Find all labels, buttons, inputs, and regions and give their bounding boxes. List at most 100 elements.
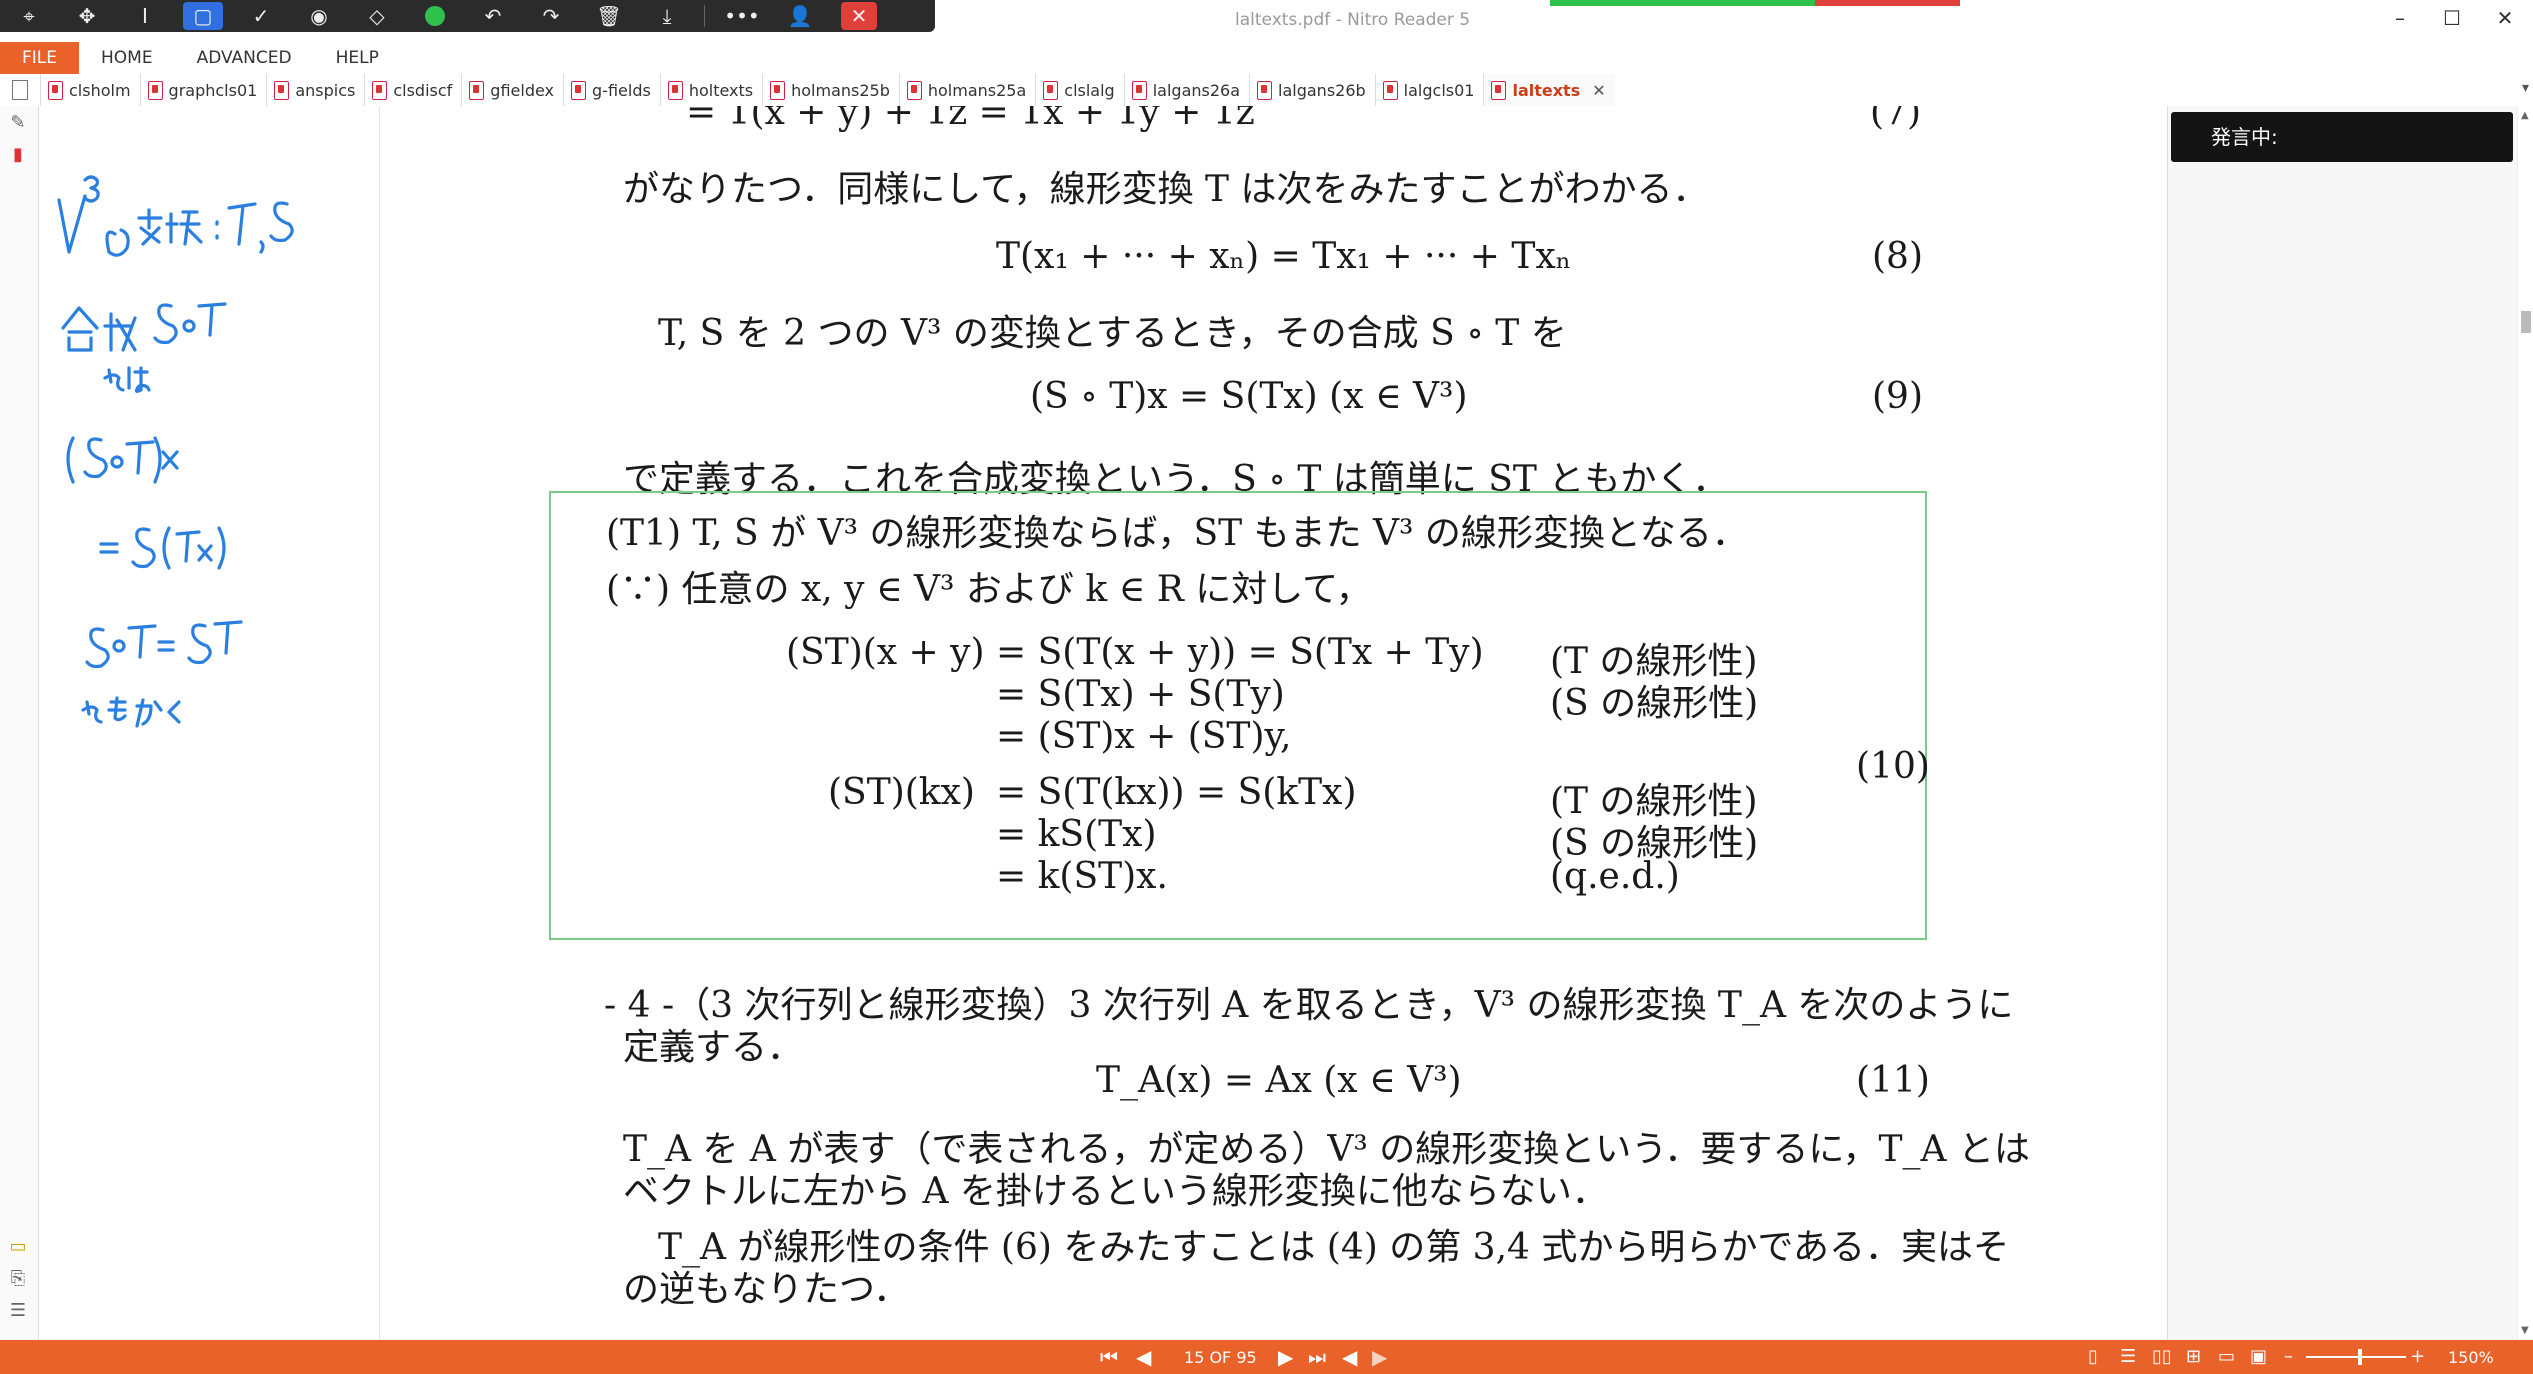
green-dot-icon[interactable]: [406, 0, 464, 32]
vertical-scrollbar[interactable]: ▲ ▼: [2517, 106, 2533, 1340]
move-icon[interactable]: ✥: [58, 0, 116, 32]
select-icon[interactable]: ⌖: [0, 0, 58, 32]
next-page-icon[interactable]: ▶: [1278, 1345, 1293, 1369]
redo-icon[interactable]: ↷: [522, 0, 580, 32]
proof-rhs: = S(Tx) + S(Ty): [996, 674, 1285, 715]
tab-close-icon[interactable]: ✕: [1592, 81, 1605, 100]
zoom-slider-handle[interactable]: [2358, 1349, 2362, 1365]
tab-overflow-icon[interactable]: ▾: [2522, 80, 2529, 96]
right-side-panel: [2167, 106, 2518, 1340]
menu-file[interactable]: FILE: [0, 42, 80, 74]
pdf-icon: [1257, 80, 1273, 100]
tab-label: laltexts: [1512, 80, 1581, 100]
proof-rhs: = k(ST)x.: [996, 856, 1168, 897]
page-icon[interactable]: [0, 80, 40, 100]
pdf-page-view[interactable]: = 1(x + y) + 1z = 1x + 1y + 1z (7) がなりたつ…: [380, 106, 2167, 1340]
cut-off-equation-number: (7): [1870, 106, 1921, 133]
tab-label: gfieldex: [490, 80, 555, 100]
download-icon[interactable]: ⤓: [638, 0, 696, 32]
fit-width-icon[interactable]: ▭: [2218, 1346, 2235, 1367]
attachment-icon[interactable]: ⎘: [7, 1268, 29, 1292]
scrollbar-thumb[interactable]: [2521, 311, 2531, 333]
back-view-icon[interactable]: ◀: [1342, 1345, 1357, 1369]
previous-page-icon[interactable]: ◀: [1136, 1345, 1151, 1369]
menu-help[interactable]: HELP: [314, 48, 401, 68]
trash-icon[interactable]: 🗑: [580, 0, 638, 32]
pdf-icon: [1043, 80, 1059, 100]
facing-view-icon[interactable]: ▯▯: [2152, 1346, 2172, 1367]
check-icon[interactable]: ✓: [232, 0, 290, 32]
paragraph: がなりたつ．同様にして，線形変換 T は次をみたすことがわかる．: [623, 169, 1709, 210]
window-title: laltexts.pdf - Nitro Reader 5: [1235, 10, 1471, 30]
speaking-indicator: 発言中:: [2171, 112, 2513, 162]
minimize-icon[interactable]: –: [2380, 6, 2420, 30]
floating-annotation-toolbar: ⌖ ✥ I ▢ ✓ ◉ ◇ ↶ ↷ 🗑 ⤓ ••• 👤 ✕: [0, 0, 935, 32]
pdf-icon: [1131, 80, 1147, 100]
tab-lalgcls01[interactable]: lalgcls01: [1374, 74, 1484, 106]
zoom-slider[interactable]: [2306, 1349, 2406, 1365]
proof-rhs: = S(T(kx)) = S(kTx): [996, 772, 1357, 813]
text-cursor-icon[interactable]: I: [116, 0, 174, 32]
tab-lalgans26b[interactable]: lalgans26b: [1249, 74, 1375, 106]
tab-label: clsdiscf: [393, 80, 453, 100]
theorem-t1: (T1) T, S が V³ の線形変換ならば，ST もまた V³ の線形変換と…: [606, 513, 1748, 554]
zoom-level[interactable]: 150%: [2448, 1348, 2494, 1367]
undo-icon[interactable]: ↶: [464, 0, 522, 32]
bookmark-icon[interactable]: ▮: [7, 144, 29, 168]
menu-bar: FILE HOME ADVANCED HELP: [0, 42, 2533, 74]
tab-lalgans26a[interactable]: lalgans26a: [1123, 74, 1249, 106]
paragraph: T, S を 2 つの V³ の変換とするとき，その合成 S ∘ T を: [658, 313, 1567, 354]
tab-clsholm[interactable]: clsholm: [40, 74, 140, 106]
tab-label: lalgcls01: [1403, 80, 1475, 100]
tab-label: holtexts: [688, 80, 754, 100]
pdf-icon: [274, 80, 290, 100]
tab-clsdiscf[interactable]: clsdiscf: [364, 74, 461, 106]
eraser-icon[interactable]: ◇: [348, 0, 406, 32]
zoom-out-icon[interactable]: –: [2284, 1346, 2293, 1367]
handwritten-notes-panel[interactable]: [39, 106, 380, 1340]
equation-9: (S ∘ T)x = S(Tx) (x ∈ V³): [1030, 376, 1468, 417]
more-icon[interactable]: •••: [713, 0, 771, 32]
tab-gfieldex[interactable]: gfieldex: [461, 74, 563, 106]
tab-laltexts[interactable]: laltexts ✕: [1483, 74, 1615, 106]
equation-11: T_A(x) = Ax (x ∈ V³): [1096, 1060, 1462, 1101]
proof-lhs: (ST)(kx): [828, 772, 975, 813]
signature-icon[interactable]: ✎: [7, 112, 29, 136]
tab-holtexts[interactable]: holtexts: [659, 74, 762, 106]
comment-icon[interactable]: ▭: [7, 1236, 29, 1260]
close-icon[interactable]: ✕: [841, 2, 877, 30]
zoom-in-icon[interactable]: +: [2410, 1346, 2425, 1367]
pdf-icon: [372, 80, 388, 100]
facing-continuous-icon[interactable]: ⊞: [2186, 1346, 2201, 1367]
page-indicator[interactable]: 15 OF 95: [1184, 1348, 1257, 1367]
maximize-icon[interactable]: ☐: [2432, 6, 2472, 30]
fit-page-icon[interactable]: ▣: [2250, 1346, 2267, 1367]
equation-number: (8): [1872, 236, 1923, 277]
last-page-icon[interactable]: ⏭: [1308, 1345, 1326, 1369]
rectangle-select-icon[interactable]: ▢: [183, 2, 223, 30]
scroll-up-icon[interactable]: ▲: [2521, 110, 2529, 121]
tab-clslalg[interactable]: clslalg: [1035, 74, 1123, 106]
pdf-icon: [1382, 80, 1398, 100]
first-page-icon[interactable]: ⏮: [1100, 1345, 1118, 1369]
pdf-icon: [667, 80, 683, 100]
scroll-down-icon[interactable]: ▼: [2521, 1325, 2529, 1336]
tab-label: anspics: [295, 80, 356, 100]
tab-anspics[interactable]: anspics: [266, 74, 364, 106]
proof-rhs: = kS(Tx): [996, 814, 1157, 855]
layers-icon[interactable]: ☰: [7, 1300, 29, 1324]
tab-holmans25b[interactable]: holmans25b: [762, 74, 899, 106]
single-page-view-icon[interactable]: ▯: [2088, 1346, 2098, 1367]
tab-g-fields[interactable]: g-fields: [563, 74, 660, 106]
continuous-view-icon[interactable]: ☰: [2120, 1346, 2136, 1367]
tab-graphcls01[interactable]: graphcls01: [139, 74, 267, 106]
menu-advanced[interactable]: ADVANCED: [175, 48, 314, 68]
stamp-icon[interactable]: ◉: [290, 0, 348, 32]
person-icon[interactable]: 👤: [771, 0, 829, 32]
proof-rhs: = (ST)x + (ST)y,: [996, 716, 1292, 757]
tab-holmans25a[interactable]: holmans25a: [898, 74, 1035, 106]
tab-label: lalgans26b: [1278, 80, 1366, 100]
menu-home[interactable]: HOME: [79, 48, 175, 68]
window-close-icon[interactable]: ✕: [2485, 6, 2525, 30]
forward-view-icon[interactable]: ▶: [1372, 1345, 1387, 1369]
